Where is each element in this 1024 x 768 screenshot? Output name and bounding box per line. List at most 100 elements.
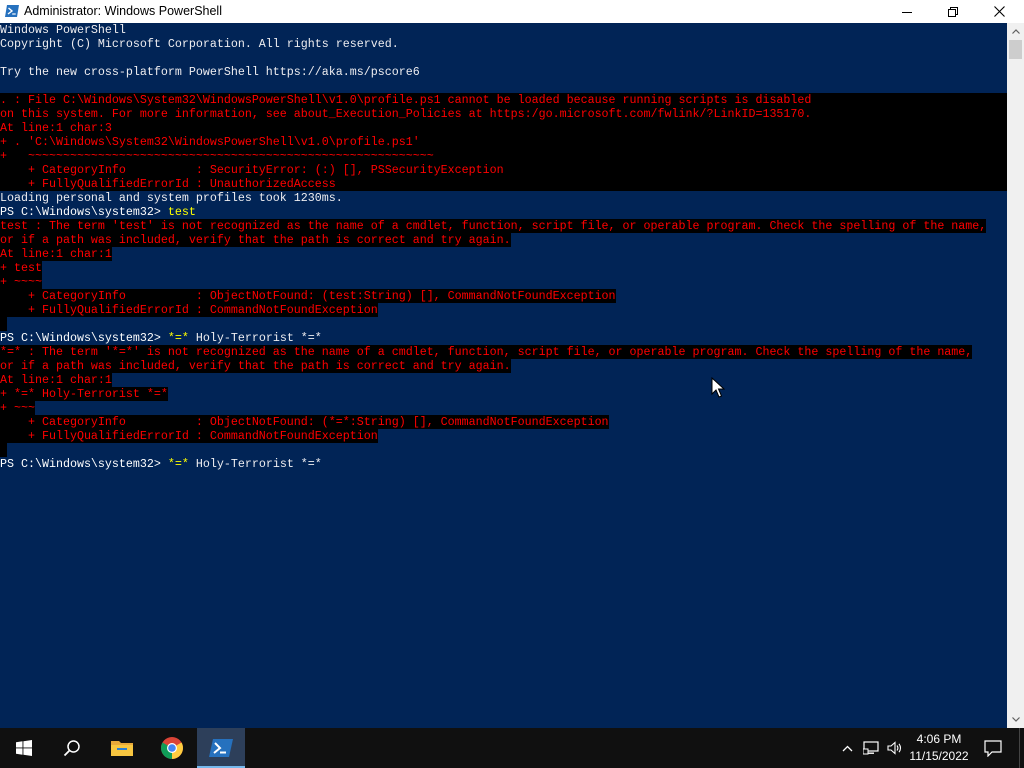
volume-icon <box>887 741 902 755</box>
scroll-thumb[interactable] <box>1009 40 1022 59</box>
prompt-text: PS C:\Windows\system32> <box>0 205 168 219</box>
console-error-line: At line:1 char:1 <box>0 247 112 261</box>
scroll-down-button[interactable] <box>1007 711 1024 728</box>
line-text: Loading personal and system profiles too… <box>0 191 343 205</box>
console-error-line: + CategoryInfo : SecurityError: (:) [], … <box>0 163 1007 177</box>
console-prompt-line: PS C:\Windows\system32> *=* Holy-Terrori… <box>0 331 322 345</box>
line-text: At line:1 char:1 <box>0 247 112 261</box>
chevron-up-icon <box>1011 29 1020 34</box>
restore-icon <box>948 6 958 17</box>
console-error-line: + *=* Holy-Terrorist *=* <box>0 387 168 401</box>
start-button[interactable] <box>0 728 48 768</box>
prompt-text: PS C:\Windows\system32> <box>0 331 168 345</box>
console-error-line: on this system. For more information, se… <box>0 107 1007 121</box>
clock-time: 4:06 PM <box>916 732 962 746</box>
powershell-taskbar-button[interactable] <box>197 728 245 768</box>
chrome-button[interactable] <box>148 728 196 768</box>
line-text: + CategoryInfo : SecurityError: (:) [], … <box>0 163 1007 177</box>
window-title: Administrator: Windows PowerShell <box>24 4 222 18</box>
console-line: Copyright (C) Microsoft Corporation. All… <box>0 37 399 51</box>
console-error-line: . : File C:\Windows\System32\WindowsPowe… <box>0 93 1007 107</box>
restore-button[interactable] <box>930 0 976 23</box>
console-error-line: + CategoryInfo : ObjectNotFound: (test:S… <box>0 289 616 303</box>
console-error-line: + ~~~~ <box>0 275 42 289</box>
line-text: + . 'C:\Windows\System32\WindowsPowerShe… <box>0 135 1007 149</box>
console-error-line <box>0 317 7 331</box>
line-text: + ~~~ <box>0 401 35 415</box>
scroll-up-button[interactable] <box>1007 23 1024 40</box>
line-text: . : File C:\Windows\System32\WindowsPowe… <box>0 93 1007 107</box>
line-text <box>0 443 7 457</box>
windows-start-icon <box>16 740 32 756</box>
console-line: Loading personal and system profiles too… <box>0 191 343 205</box>
close-icon <box>993 6 1005 17</box>
console-error-line: + FullyQualifiedErrorId : CommandNotFoun… <box>0 429 378 443</box>
console-error-line: + . 'C:\Windows\System32\WindowsPowerShe… <box>0 135 1007 149</box>
console-error-line: At line:1 char:1 <box>0 373 112 387</box>
show-desktop-button[interactable] <box>1019 728 1024 768</box>
command-text: *=* <box>167 331 189 345</box>
command-args: Holy-Terrorist *=* <box>188 457 322 471</box>
line-text: + CategoryInfo : ObjectNotFound: (test:S… <box>0 289 616 303</box>
search-button[interactable] <box>48 728 96 768</box>
prompt-text: PS C:\Windows\system32> <box>0 457 168 471</box>
title-bar[interactable]: Administrator: Windows PowerShell <box>0 0 1024 23</box>
network-button[interactable] <box>860 728 882 768</box>
console-error-line: + ~~~~~~~~~~~~~~~~~~~~~~~~~~~~~~~~~~~~~~… <box>0 149 1007 163</box>
console-output[interactable]: Windows PowerShell Copyright (C) Microsof… <box>0 23 1007 728</box>
line-text: At line:1 char:1 <box>0 373 112 387</box>
line-text: At line:1 char:3 <box>0 121 1007 135</box>
line-text: or if a path was included, verify that t… <box>0 233 511 247</box>
show-hidden-icons-button[interactable] <box>838 728 856 768</box>
minimize-icon <box>902 11 912 13</box>
console-error-line: + CategoryInfo : ObjectNotFound: (*=*:St… <box>0 415 609 429</box>
command-args: Holy-Terrorist *=* <box>188 331 322 345</box>
line-text: or if a path was included, verify that t… <box>0 359 511 373</box>
console-error-line: or if a path was included, verify that t… <box>0 233 511 247</box>
line-text: + ~~~~ <box>0 275 42 289</box>
command-text: *=* <box>167 457 189 471</box>
console-error-line: + ~~~ <box>0 401 35 415</box>
console-error-line: + FullyQualifiedErrorId : CommandNotFoun… <box>0 303 378 317</box>
line-text: *=* : The term '*=*' is not recognized a… <box>0 345 973 359</box>
line-text: on this system. For more information, se… <box>0 107 1007 121</box>
clock[interactable]: 4:06 PM 11/15/2022 <box>906 731 972 765</box>
line-text: + FullyQualifiedErrorId : CommandNotFoun… <box>0 303 378 317</box>
volume-button[interactable] <box>884 728 906 768</box>
console-prompt-line: PS C:\Windows\system32> *=* Holy-Terrori… <box>0 457 322 471</box>
chrome-icon <box>161 737 183 759</box>
console-line: Windows PowerShell <box>0 23 126 37</box>
line-text <box>0 317 7 331</box>
file-explorer-button[interactable] <box>98 728 146 768</box>
action-center-button[interactable] <box>980 728 1006 768</box>
powershell-icon <box>5 5 19 17</box>
line-text: + FullyQualifiedErrorId : UnauthorizedAc… <box>0 177 1007 191</box>
clock-date: 11/15/2022 <box>909 749 969 763</box>
console-error-line: At line:1 char:3 <box>0 121 1007 135</box>
line-text: test : The term 'test' is not recognized… <box>0 219 987 233</box>
line-text: + FullyQualifiedErrorId : CommandNotFoun… <box>0 429 378 443</box>
network-icon <box>863 741 879 755</box>
console-error-line: + test <box>0 261 42 275</box>
search-icon <box>63 740 80 757</box>
console-prompt-line: PS C:\Windows\system32> test <box>0 205 196 219</box>
line-text: Copyright (C) Microsoft Corporation. All… <box>0 37 399 51</box>
console-error-line: *=* : The term '*=*' is not recognized a… <box>0 345 973 359</box>
powershell-icon <box>209 739 233 757</box>
console-line: Try the new cross-platform PowerShell ht… <box>0 65 420 79</box>
close-button[interactable] <box>976 0 1022 23</box>
notification-icon <box>984 739 1002 757</box>
console-error-line: or if a path was included, verify that t… <box>0 359 511 373</box>
taskbar: 4:06 PM 11/15/2022 <box>0 728 1024 768</box>
command-text: test <box>167 205 196 219</box>
line-text: Try the new cross-platform PowerShell ht… <box>0 65 420 79</box>
vertical-scrollbar[interactable] <box>1007 23 1024 728</box>
file-explorer-icon <box>111 741 133 756</box>
minimize-button[interactable] <box>884 0 930 23</box>
line-text: + *=* Holy-Terrorist *=* <box>0 387 168 401</box>
chevron-up-icon <box>842 745 852 751</box>
line-text: + ~~~~~~~~~~~~~~~~~~~~~~~~~~~~~~~~~~~~~~… <box>0 149 1007 163</box>
console-error-line: test : The term 'test' is not recognized… <box>0 219 987 233</box>
line-text: + CategoryInfo : ObjectNotFound: (*=*:St… <box>0 415 609 429</box>
line-text: Windows PowerShell <box>0 23 126 37</box>
